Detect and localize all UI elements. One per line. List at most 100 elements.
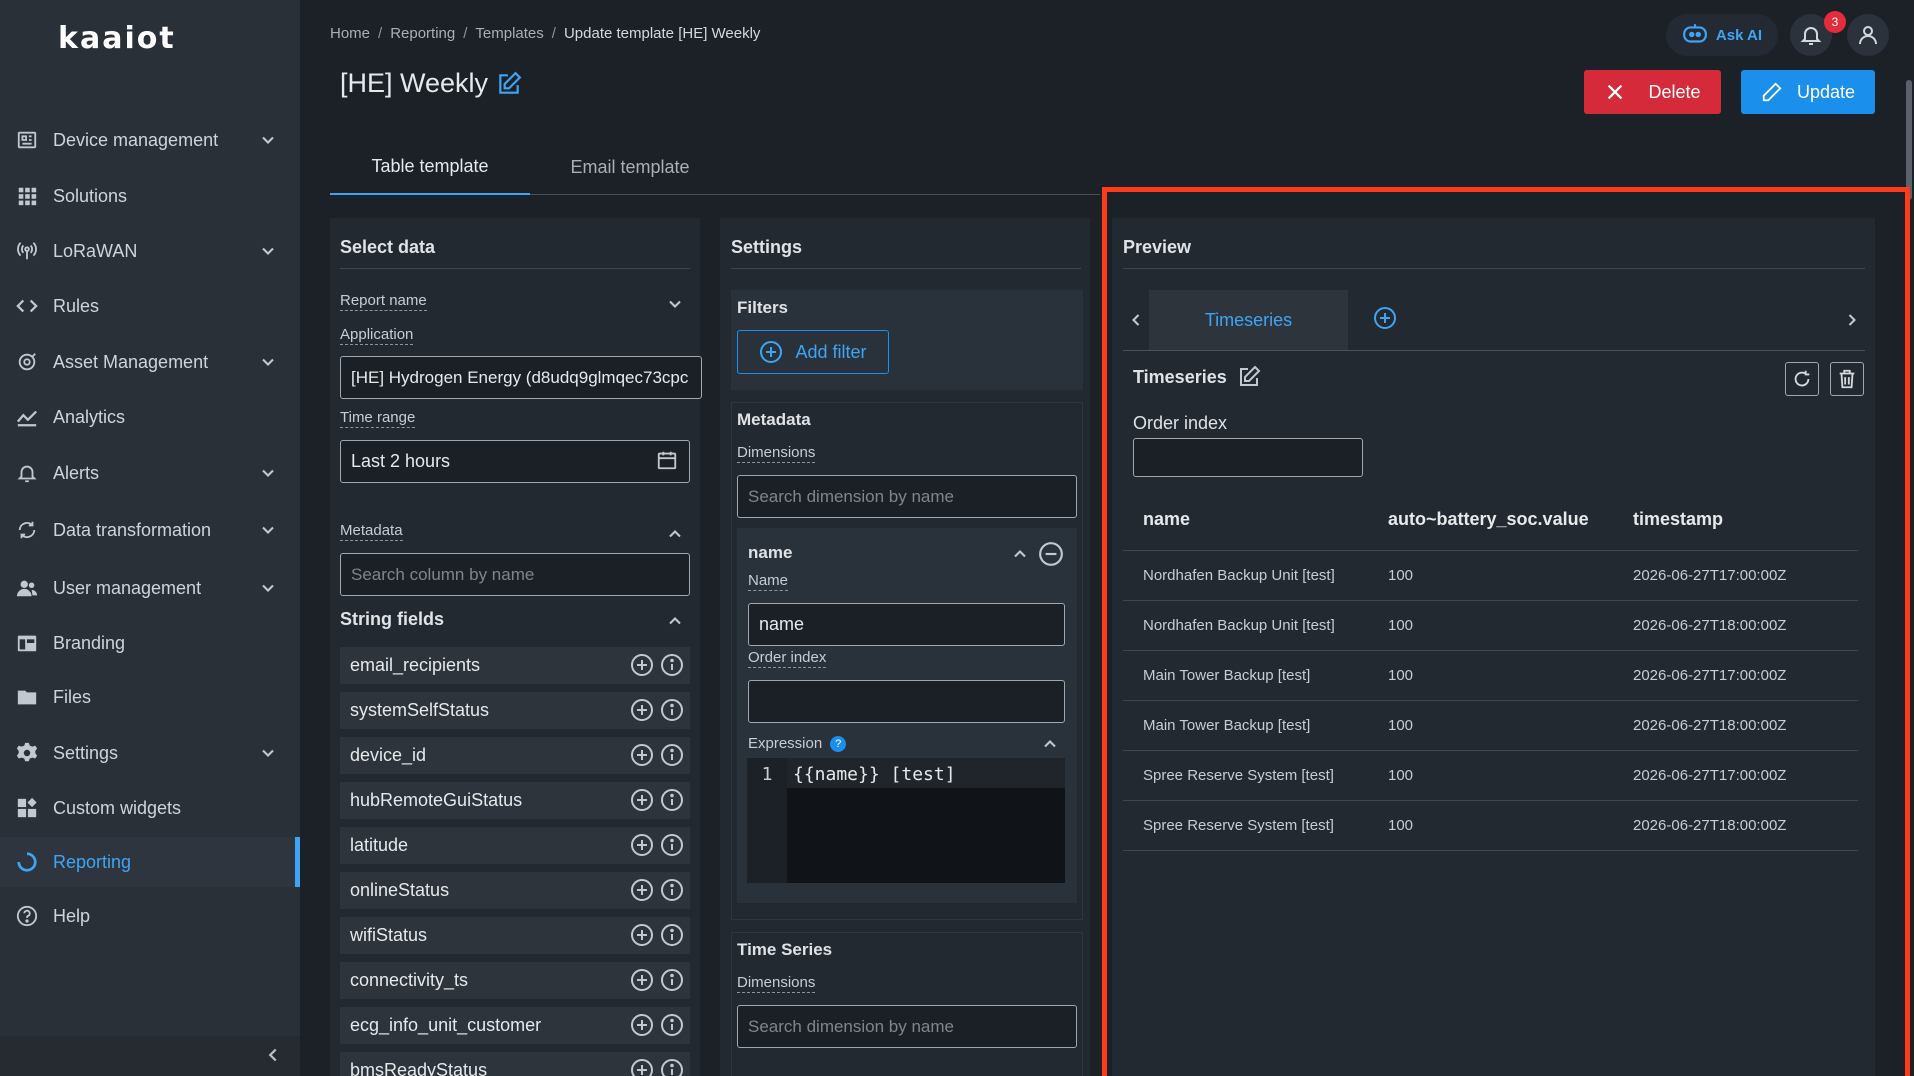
chevron-left-icon[interactable] xyxy=(1126,310,1146,330)
sidebar-item-solutions[interactable]: Solutions xyxy=(0,171,300,221)
preview-order-index-input[interactable] xyxy=(1133,438,1363,477)
sidebar-item-asset-management[interactable]: Asset Management xyxy=(0,337,300,387)
sidebar-item-user-management[interactable]: User management xyxy=(0,563,300,613)
add-field-icon[interactable] xyxy=(630,1058,654,1076)
sidebar-item-reporting[interactable]: Reporting xyxy=(0,837,300,887)
info-icon[interactable] xyxy=(660,788,684,812)
info-icon[interactable] xyxy=(660,743,684,767)
page-scrollbar[interactable] xyxy=(1906,80,1912,200)
add-field-icon[interactable] xyxy=(630,743,654,767)
sidebar-item-files[interactable]: Files xyxy=(0,672,300,722)
chevron-up-icon[interactable] xyxy=(1040,734,1060,754)
ts-search-dimension-input[interactable]: Search dimension by name xyxy=(737,1005,1077,1048)
delete-button[interactable]: Delete xyxy=(1584,70,1721,114)
update-button[interactable]: Update xyxy=(1741,70,1875,114)
sidebar-item-help[interactable]: Help xyxy=(0,891,300,941)
sidebar-item-lorawan[interactable]: LoRaWAN xyxy=(0,226,300,276)
add-field-icon[interactable] xyxy=(630,788,654,812)
string-field-row[interactable]: email_recipients xyxy=(340,647,690,684)
column-header-battery[interactable]: auto~battery_soc.value xyxy=(1368,490,1613,551)
chevron-up-icon[interactable] xyxy=(665,524,685,544)
sidebar-item-label: Branding xyxy=(53,632,126,653)
tab-timeseries[interactable]: Timeseries xyxy=(1149,290,1348,350)
sidebar-item-branding[interactable]: Branding xyxy=(0,618,300,668)
tab-table-template[interactable]: Table template xyxy=(330,140,530,195)
string-field-row[interactable]: device_id xyxy=(340,737,690,774)
breadcrumb-reporting[interactable]: Reporting xyxy=(390,25,455,42)
delete-label: Delete xyxy=(1648,81,1701,102)
tab-email-template[interactable]: Email template xyxy=(530,140,730,195)
chevron-down-icon[interactable] xyxy=(665,294,685,314)
table-cell: Spree Reserve System [test] xyxy=(1123,750,1368,801)
remove-circle-icon[interactable] xyxy=(1038,541,1064,567)
edit-icon[interactable] xyxy=(496,71,522,97)
sidebar: kaaiot Device management Solutions LoRaW… xyxy=(0,0,300,1076)
refresh-button[interactable] xyxy=(1785,362,1819,396)
sidebar-item-analytics[interactable]: Analytics xyxy=(0,392,300,442)
chevron-right-icon[interactable] xyxy=(1842,310,1862,330)
string-field-row[interactable]: onlineStatus xyxy=(340,872,690,909)
sidebar-item-settings[interactable]: Settings xyxy=(0,728,300,778)
chevron-up-icon[interactable] xyxy=(1010,544,1030,564)
collapse-sidebar-icon[interactable] xyxy=(262,1044,284,1066)
search-column-input[interactable]: Search column by name xyxy=(340,553,690,596)
user-menu-button[interactable] xyxy=(1847,14,1889,56)
sidebar-item-label: Analytics xyxy=(53,406,126,427)
string-field-row[interactable]: connectivity_ts xyxy=(340,962,690,999)
delete-timeseries-button[interactable] xyxy=(1830,362,1864,396)
edit-icon[interactable] xyxy=(1237,365,1261,389)
application-select[interactable]: [HE] Hydrogen Energy (d8udq9glmqec73cpc xyxy=(340,356,702,399)
expression-editor[interactable]: 1 {{name}} [test] xyxy=(747,758,1065,883)
info-icon[interactable] xyxy=(660,653,684,677)
calendar-icon[interactable] xyxy=(656,449,678,471)
sidebar-item-device-management[interactable]: Device management xyxy=(0,115,300,165)
chevron-up-icon[interactable] xyxy=(665,611,685,631)
string-field-row[interactable]: bmsReadyStatus xyxy=(340,1052,690,1076)
sidebar-item-label: Reporting xyxy=(53,851,132,872)
add-field-icon[interactable] xyxy=(630,878,654,902)
add-field-icon[interactable] xyxy=(630,1013,654,1037)
info-icon[interactable] xyxy=(660,1058,684,1076)
string-field-row[interactable]: latitude xyxy=(340,827,690,864)
string-field-name: onlineStatus xyxy=(350,880,450,900)
info-icon[interactable] xyxy=(660,833,684,857)
table-row: Main Tower Backup [test] 100 2026-06-27T17… xyxy=(1123,650,1858,701)
table-cell: 2026-06-27T18:00:00Z xyxy=(1613,800,1858,851)
add-field-icon[interactable] xyxy=(630,923,654,947)
string-field-row[interactable]: wifiStatus xyxy=(340,917,690,954)
order-index-input[interactable] xyxy=(748,680,1065,723)
info-icon[interactable] xyxy=(660,923,684,947)
sidebar-item-data-transformation[interactable]: Data transformation xyxy=(0,505,300,555)
sidebar-item-alerts[interactable]: Alerts xyxy=(0,448,300,498)
kaaiot-logo[interactable]: kaaiot xyxy=(58,20,176,56)
dimension-name-input[interactable]: name xyxy=(748,603,1065,646)
help-badge-icon[interactable]: ? xyxy=(830,735,847,752)
breadcrumb-home[interactable]: Home xyxy=(330,25,370,42)
trash-icon xyxy=(1839,369,1855,389)
add-field-icon[interactable] xyxy=(630,833,654,857)
string-field-row[interactable]: systemSelfStatus xyxy=(340,692,690,729)
add-field-icon[interactable] xyxy=(630,653,654,677)
add-field-icon[interactable] xyxy=(630,698,654,722)
info-icon[interactable] xyxy=(660,968,684,992)
search-dimension-input[interactable]: Search dimension by name xyxy=(737,475,1077,518)
add-field-icon[interactable] xyxy=(630,968,654,992)
string-field-row[interactable]: ecg_info_unit_customer xyxy=(340,1007,690,1044)
sidebar-item-custom-widgets[interactable]: Custom widgets xyxy=(0,783,300,833)
column-header-timestamp[interactable]: timestamp xyxy=(1613,490,1858,551)
info-icon[interactable] xyxy=(660,878,684,902)
select-data-title: Select data xyxy=(340,237,436,257)
string-field-row[interactable]: hubRemoteGuiStatus xyxy=(340,782,690,819)
add-tab-icon[interactable] xyxy=(1373,306,1397,330)
info-icon[interactable] xyxy=(660,1013,684,1037)
sidebar-item-rules[interactable]: Rules xyxy=(0,281,300,331)
ask-ai-button[interactable]: Ask AI xyxy=(1666,14,1778,56)
antenna-icon xyxy=(17,242,37,260)
breadcrumb-templates[interactable]: Templates xyxy=(475,25,543,42)
table-cell: 100 xyxy=(1368,800,1613,851)
time-range-input[interactable]: Last 2 hours xyxy=(340,440,690,483)
expression-code[interactable]: {{name}} [test] xyxy=(787,758,1065,788)
column-header-name[interactable]: name xyxy=(1123,490,1368,551)
info-icon[interactable] xyxy=(660,698,684,722)
add-filter-button[interactable]: Add filter xyxy=(737,330,889,374)
